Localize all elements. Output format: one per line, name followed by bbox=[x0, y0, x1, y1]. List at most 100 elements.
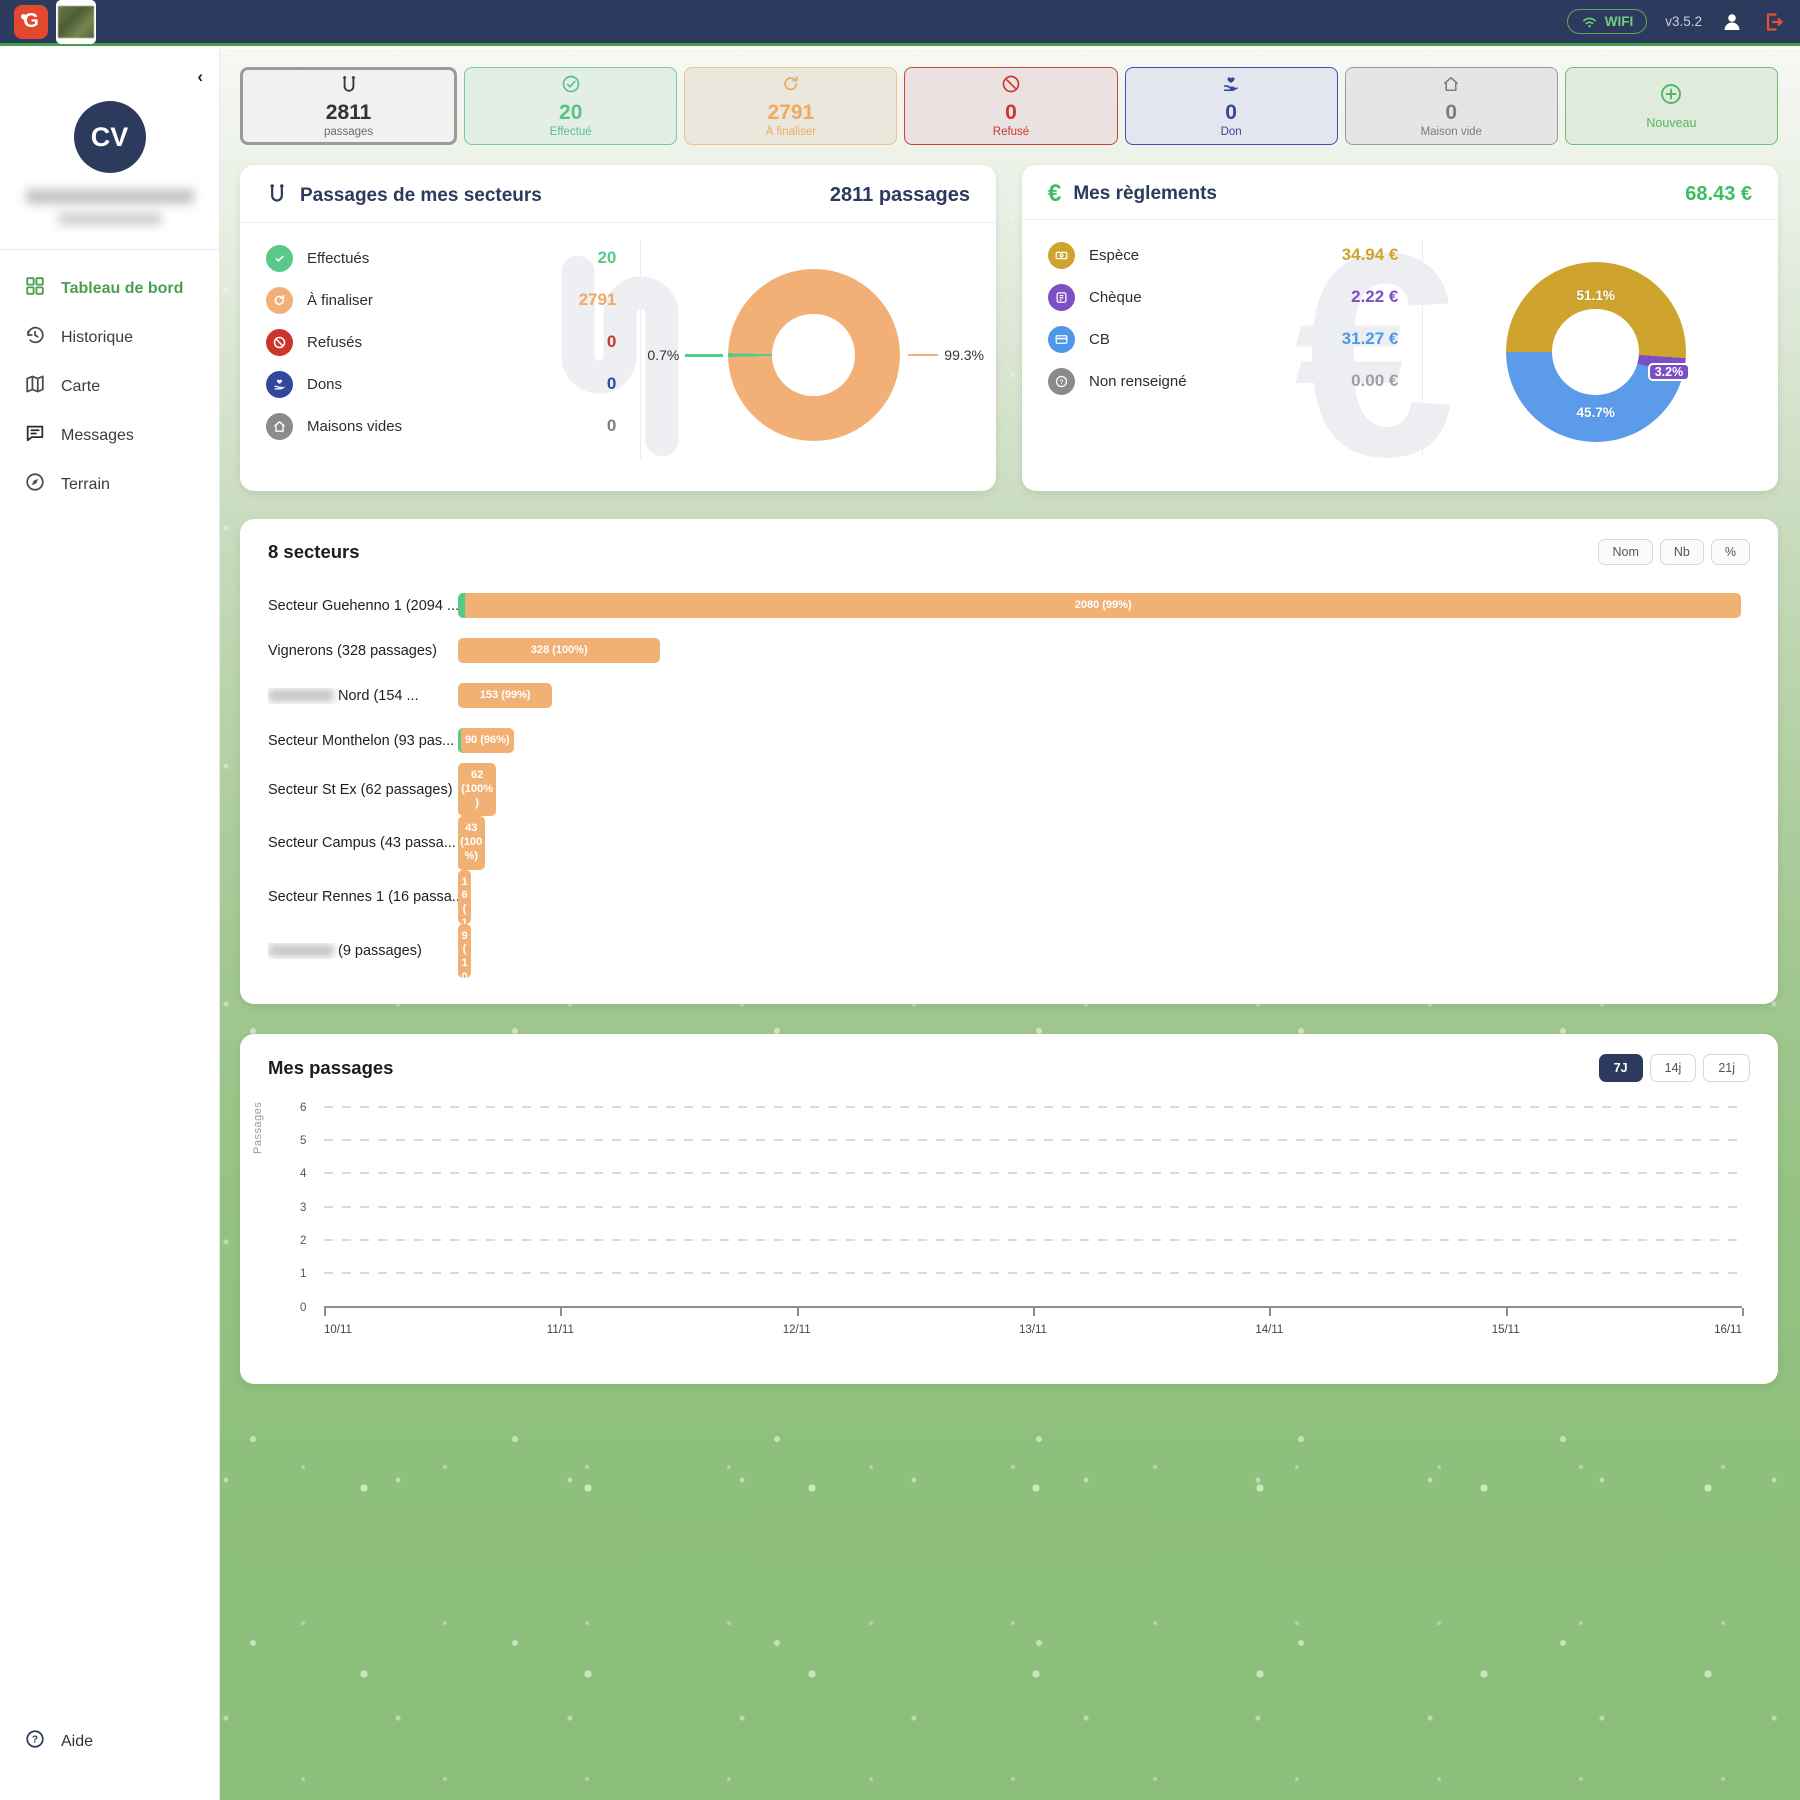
secteur-bar[interactable]: 62 (100%) bbox=[458, 763, 496, 816]
secteur-label: Nord (154 ... bbox=[338, 688, 419, 704]
x-tick bbox=[1506, 1308, 1508, 1316]
secteur-row: Secteur St Ex (62 passages) 62 (100%) bbox=[268, 763, 1750, 816]
x-tick-label: 13/11 bbox=[1019, 1324, 1047, 1336]
app-root: G WIFI v3.5.2 bbox=[0, 0, 1800, 1800]
svg-text:?: ? bbox=[1060, 379, 1064, 386]
avatar[interactable]: CV bbox=[74, 101, 146, 173]
row-label: Effectués bbox=[307, 250, 369, 267]
ban-icon bbox=[1001, 74, 1021, 99]
hand-heart-icon bbox=[1221, 74, 1241, 99]
range-7j-button[interactable]: 7J bbox=[1599, 1054, 1643, 1082]
secteur-label: Secteur Rennes 1 (16 passa... bbox=[268, 889, 458, 905]
refresh-icon bbox=[266, 287, 293, 314]
sort-by-count-button[interactable]: Nb bbox=[1660, 539, 1704, 565]
reglements-rows: Espèce 34.94 € Chèque 2.22 € bbox=[1048, 234, 1422, 470]
sidebar-item-tableau-de-bord[interactable]: Tableau de bord bbox=[0, 264, 219, 313]
y-tick-label: 6 bbox=[300, 1102, 306, 1114]
gridline bbox=[324, 1139, 1742, 1141]
stat-label: Effectué bbox=[550, 126, 592, 138]
secteur-bar[interactable]: 9 (100%) bbox=[458, 924, 471, 978]
sort-by-name-button[interactable]: Nom bbox=[1598, 539, 1652, 565]
app-logo-icon[interactable]: G bbox=[14, 5, 48, 39]
row-value: 0 bbox=[607, 416, 616, 436]
passages-line-chart: 012345610/1111/1112/1113/1114/1115/1116/… bbox=[324, 1108, 1742, 1308]
x-tick bbox=[1269, 1308, 1271, 1316]
sidebar-collapse-icon[interactable]: ‹ bbox=[197, 67, 203, 87]
help-icon: ? bbox=[24, 1728, 46, 1755]
user-account-icon[interactable] bbox=[1720, 10, 1744, 34]
range-buttons: 7J 14j 21j bbox=[1599, 1054, 1750, 1082]
list-item-effectues: Effectués 20 bbox=[266, 237, 640, 279]
secteur-row: Vignerons (328 passages) 328 (100%) bbox=[268, 628, 1750, 673]
list-item-a-finaliser: À finaliser 2791 bbox=[266, 279, 640, 321]
list-item-espece: Espèce 34.94 € bbox=[1048, 234, 1422, 276]
stat-label: À finaliser bbox=[766, 126, 817, 138]
map-thumbnail[interactable] bbox=[56, 0, 96, 44]
stat-value: 0 bbox=[1225, 101, 1237, 124]
list-item-dons: Dons 0 bbox=[266, 363, 640, 405]
stat-value: 2791 bbox=[767, 101, 814, 124]
reglements-donut-zone: 51.1% 3.2% 45.7% bbox=[1423, 234, 1768, 470]
stat-value: 0 bbox=[1445, 101, 1457, 124]
range-21j-button[interactable]: 21j bbox=[1703, 1054, 1750, 1082]
euro-icon: € bbox=[1048, 182, 1061, 206]
reglements-card: € Mes règlements 68.43 € € Espèce bbox=[1022, 165, 1778, 491]
y-tick-label: 5 bbox=[300, 1135, 306, 1147]
wifi-label: WIFI bbox=[1605, 14, 1634, 29]
secteur-bar[interactable]: 153 (99%) bbox=[458, 683, 552, 709]
stat-label: Refusé bbox=[993, 126, 1029, 138]
history-icon bbox=[24, 324, 46, 351]
banknote-icon bbox=[1048, 242, 1075, 269]
x-tick-label: 15/11 bbox=[1492, 1324, 1520, 1336]
logout-icon[interactable] bbox=[1762, 10, 1786, 34]
donut-slice-label-cheque: 3.2% bbox=[1648, 363, 1691, 381]
stat-card-nouveau[interactable]: Nouveau bbox=[1565, 67, 1778, 145]
sidebar-item-messages[interactable]: Messages bbox=[0, 411, 219, 460]
sidebar-item-carte[interactable]: Carte bbox=[0, 362, 219, 411]
sidebar-item-aide[interactable]: ? Aide bbox=[0, 1717, 219, 1766]
gridline bbox=[324, 1272, 1742, 1274]
stat-card-effectue[interactable]: 20 Effectué bbox=[464, 67, 677, 145]
secteur-row: Secteur Monthelon (93 pas... 90 (96%) bbox=[268, 718, 1750, 763]
secteur-bar[interactable]: 90 (96%) bbox=[458, 728, 514, 754]
passages-donut-chart[interactable] bbox=[728, 269, 900, 441]
list-item-non-renseigne: ? Non renseigné 0.00 € bbox=[1048, 360, 1422, 402]
reglements-total: 68.43 € bbox=[1685, 183, 1752, 206]
secteur-bar[interactable]: 43 (100%) bbox=[458, 816, 485, 869]
secteur-bar[interactable]: 2080 (99%) bbox=[458, 593, 1741, 619]
stat-card-refuse[interactable]: 0 Refusé bbox=[904, 67, 1117, 145]
stat-card-a-finaliser[interactable]: 2791 À finaliser bbox=[684, 67, 897, 145]
sidebar-item-terrain[interactable]: Terrain bbox=[0, 460, 219, 509]
x-axis-line bbox=[324, 1306, 1742, 1308]
sidebar-item-label: Historique bbox=[61, 329, 133, 347]
secteur-bar[interactable]: 16 (100%) bbox=[458, 870, 471, 924]
list-item-maisons-vides: Maisons vides 0 bbox=[266, 405, 640, 447]
wifi-icon bbox=[1581, 15, 1598, 29]
secteurs-title: 8 secteurs bbox=[268, 541, 360, 563]
user-subname-blurred bbox=[58, 213, 162, 225]
list-item-cb: CB 31.27 € bbox=[1048, 318, 1422, 360]
passages-donut-zone: 0.7% 99.3% bbox=[641, 237, 986, 473]
connector-line bbox=[908, 354, 938, 356]
hand-heart-icon bbox=[266, 371, 293, 398]
sort-by-percent-button[interactable]: % bbox=[1711, 539, 1750, 565]
donut-label-left: 0.7% bbox=[647, 347, 723, 363]
stat-card-passages[interactable]: 2811 passages bbox=[240, 67, 457, 145]
y-tick-label: 3 bbox=[300, 1202, 306, 1214]
range-14j-button[interactable]: 14j bbox=[1650, 1054, 1697, 1082]
gridline bbox=[324, 1206, 1742, 1208]
ban-icon bbox=[266, 329, 293, 356]
app-version: v3.5.2 bbox=[1665, 14, 1702, 29]
wifi-status-badge: WIFI bbox=[1567, 9, 1648, 34]
stat-card-maison-vide[interactable]: 0 Maison vide bbox=[1345, 67, 1558, 145]
gridline bbox=[324, 1239, 1742, 1241]
sidebar-item-historique[interactable]: Historique bbox=[0, 313, 219, 362]
stat-card-don[interactable]: 0 Don bbox=[1125, 67, 1338, 145]
secteur-row: (9 passages) 9 (100%) bbox=[268, 924, 1750, 978]
blurred-name bbox=[268, 944, 334, 957]
row-value: 2.22 € bbox=[1351, 287, 1398, 307]
x-tick bbox=[1033, 1308, 1035, 1316]
secteurs-card: 8 secteurs Nom Nb % Secteur Guehenno 1 (… bbox=[240, 519, 1778, 1004]
row-label: Maisons vides bbox=[307, 418, 402, 435]
secteur-bar[interactable]: 328 (100%) bbox=[458, 638, 660, 664]
